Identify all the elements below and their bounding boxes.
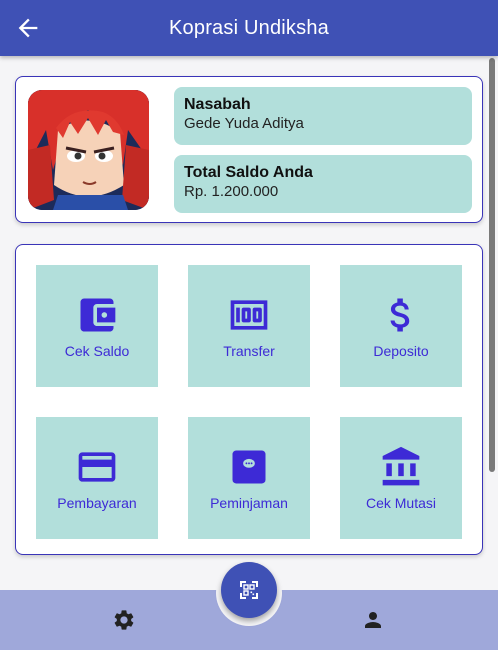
menu-tile-deposito[interactable]: Deposito — [340, 265, 462, 387]
customer-info-box: Nasabah Gede Yuda Aditya — [174, 87, 472, 145]
balance-value: Rp. 1.200.000 — [184, 183, 279, 200]
content-scroll-area[interactable]: Nasabah Gede Yuda Aditya Total Saldo And… — [0, 56, 498, 590]
menu-tile-pembayaran[interactable]: Pembayaran — [36, 417, 158, 539]
bank-icon — [382, 446, 420, 486]
loan-icon — [232, 450, 266, 484]
balance-info-box: Total Saldo Anda Rp. 1.200.000 — [174, 155, 472, 213]
scrollbar[interactable] — [489, 58, 495, 472]
balance-label: Total Saldo Anda — [184, 164, 313, 181]
gear-icon[interactable] — [112, 608, 136, 632]
menu-tile-label: Cek Saldo — [64, 343, 130, 359]
wallet-icon — [80, 298, 116, 332]
customer-name: Gede Yuda Aditya — [184, 115, 304, 132]
qr-scan-button[interactable] — [221, 562, 277, 618]
dollar-icon — [390, 298, 410, 332]
menu-tile-transfer[interactable]: Transfer — [188, 265, 310, 387]
menu-tile-label: Transfer — [223, 343, 275, 359]
menu-tile-label: Pembayaran — [57, 495, 137, 511]
app-bar: Koprasi Undiksha — [0, 0, 498, 56]
menu-tile-cek-saldo[interactable]: Cek Saldo — [36, 265, 158, 387]
menu-tile-peminjaman[interactable]: Peminjaman — [188, 417, 310, 539]
person-icon[interactable] — [361, 608, 385, 632]
menu-tile-label: Cek Mutasi — [365, 495, 437, 511]
profile-card: Nasabah Gede Yuda Aditya Total Saldo And… — [15, 76, 483, 223]
menu-tile-label: Deposito — [373, 343, 429, 359]
credit-card-icon — [78, 452, 116, 482]
money-icon — [230, 300, 268, 330]
menu-tile-cek-mutasi[interactable]: Cek Mutasi — [340, 417, 462, 539]
avatar — [28, 90, 149, 210]
page-title: Koprasi Undiksha — [169, 17, 329, 39]
menu-tile-label: Peminjaman — [210, 495, 288, 511]
qr-scan-icon — [240, 581, 258, 599]
menu-card: Cek Saldo Transfer Deposito Pembayaran P… — [15, 244, 483, 555]
customer-label: Nasabah — [184, 96, 251, 113]
